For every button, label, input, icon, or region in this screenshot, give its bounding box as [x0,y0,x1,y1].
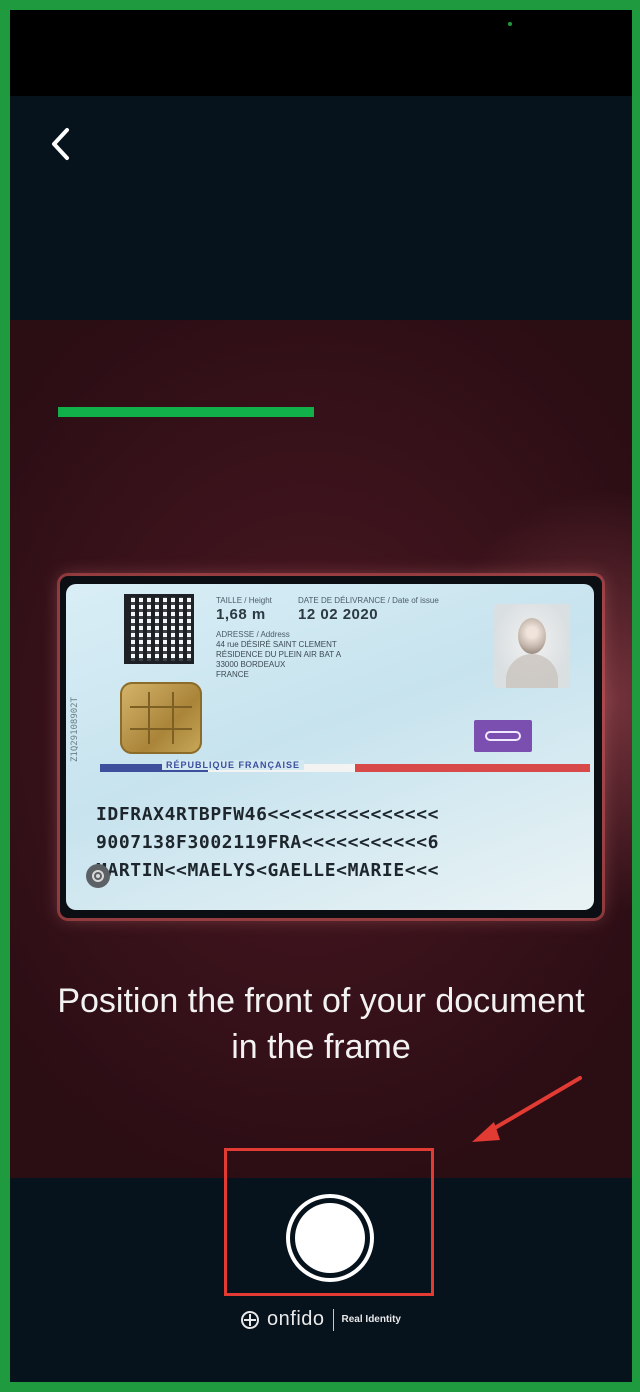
qr-code [124,594,194,664]
camera-viewfinder: Z1Q29108902T TAILLE / Height 1,68 m DATE… [10,320,632,1178]
height-label: TAILLE / Height [216,596,272,605]
holder-photo [494,604,570,688]
brand-divider [332,1308,334,1331]
address-line: 44 rue DÉSIRÉ SAINT CLEMENT [216,640,337,649]
annotation-arrow-icon [472,1076,582,1142]
address-label: ADRESSE / Address [216,630,290,639]
brand-tagline: Real Identity [341,1314,401,1325]
shutter-icon [295,1203,365,1273]
mrz-line: MARTIN<<MAELYS<GAELLE<MARIE<<< [96,860,440,881]
instruction-text: Position the front of your document in t… [30,978,612,1070]
address-line: 33000 BORDEAUX [216,660,286,669]
address-line: RÉSIDENCE DU PLEIN AIR BAT A [216,650,342,659]
onfido-logo-icon [241,1310,260,1329]
document-frame: Z1Q29108902T TAILLE / Height 1,68 m DATE… [60,576,602,918]
id-card-preview: Z1Q29108902T TAILLE / Height 1,68 m DATE… [66,584,594,910]
status-indicator-dot [508,22,512,26]
camera-lens-icon [86,864,110,888]
brand-name: onfido [267,1308,325,1330]
chip-icon [120,682,202,754]
back-button[interactable] [36,120,84,168]
mrz-line: IDFRAX4RTBPFW46<<<<<<<<<<<<<<< [96,804,440,825]
instruction-line: Position the front of your document [57,982,585,1020]
chevron-left-icon [52,128,69,160]
instruction-line: in the frame [231,1028,411,1066]
navigation-bar [10,96,632,320]
capture-bar: onfido Real Identity [10,1148,632,1382]
address-line: FRANCE [216,670,249,679]
republic-label: RÉPUBLIQUE FRANÇAISE [162,760,305,770]
redaction-highlight-bar [58,407,314,417]
status-bar [10,10,632,96]
capture-shutter-button[interactable] [286,1194,374,1282]
eu-id-badge-icon [474,720,532,752]
height-value: 1,68 m [216,606,266,623]
phone-screen: Z1Q29108902T TAILLE / Height 1,68 m DATE… [0,0,640,1392]
mrz-line: 9007138F3002119FRA<<<<<<<<<<<6 [96,832,440,853]
brand-footer: onfido Real Identity [10,1308,632,1331]
issue-date-label: DATE DE DÉLIVRANCE / Date of issue [298,596,439,605]
card-serial-number: Z1Q29108902T [70,696,80,762]
issue-date-value: 12 02 2020 [298,606,379,623]
